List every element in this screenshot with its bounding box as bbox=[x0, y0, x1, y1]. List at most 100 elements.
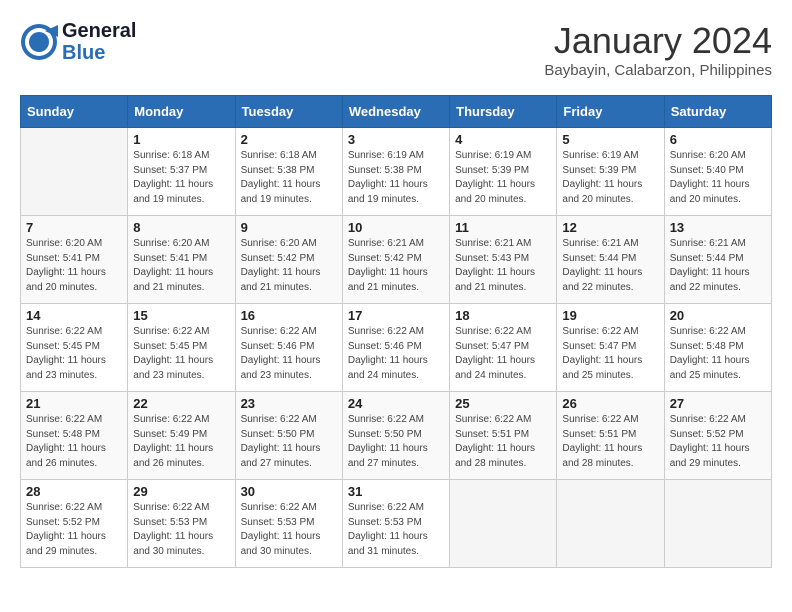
day-info: Sunrise: 6:20 AM Sunset: 5:42 PM Dayligh… bbox=[241, 237, 337, 295]
day-number: 14 bbox=[26, 308, 122, 323]
calendar-cell: 28 Sunrise: 6:22 AM Sunset: 5:52 PM Dayli… bbox=[21, 480, 128, 568]
day-info: Sunrise: 6:22 AM Sunset: 5:48 PM Dayligh… bbox=[26, 413, 122, 471]
day-info: Sunrise: 6:21 AM Sunset: 5:42 PM Dayligh… bbox=[348, 237, 444, 295]
day-number: 3 bbox=[348, 132, 444, 147]
day-info: Sunrise: 6:22 AM Sunset: 5:46 PM Dayligh… bbox=[348, 325, 444, 383]
day-header-tuesday: Tuesday bbox=[235, 96, 342, 128]
day-number: 2 bbox=[241, 132, 337, 147]
day-info: Sunrise: 6:22 AM Sunset: 5:52 PM Dayligh… bbox=[26, 501, 122, 559]
calendar-cell: 19 Sunrise: 6:22 AM Sunset: 5:47 PM Dayli… bbox=[557, 304, 664, 392]
day-info: Sunrise: 6:20 AM Sunset: 5:41 PM Dayligh… bbox=[133, 237, 229, 295]
day-header-thursday: Thursday bbox=[450, 96, 557, 128]
day-info: Sunrise: 6:22 AM Sunset: 5:51 PM Dayligh… bbox=[455, 413, 551, 471]
day-number: 19 bbox=[562, 308, 658, 323]
calendar-cell: 2Sunrise: 6:18 AM Sunset: 5:38 PM Daylig… bbox=[235, 128, 342, 216]
calendar-table: SundayMondayTuesdayWednesdayThursdayFrid… bbox=[20, 95, 772, 568]
day-number: 9 bbox=[241, 220, 337, 235]
calendar-week-row: 14 Sunrise: 6:22 AM Sunset: 5:45 PM Dayli… bbox=[21, 304, 772, 392]
day-header-friday: Friday bbox=[557, 96, 664, 128]
day-info: Sunrise: 6:22 AM Sunset: 5:52 PM Dayligh… bbox=[670, 413, 766, 471]
calendar-cell bbox=[21, 128, 128, 216]
calendar-cell: 16 Sunrise: 6:22 AM Sunset: 5:46 PM Dayli… bbox=[235, 304, 342, 392]
day-info: Sunrise: 6:22 AM Sunset: 5:53 PM Dayligh… bbox=[348, 501, 444, 559]
calendar-cell: 3 Sunrise: 6:19 AM Sunset: 5:38 PM Daylig… bbox=[342, 128, 449, 216]
calendar-cell: 17 Sunrise: 6:22 AM Sunset: 5:46 PM Dayli… bbox=[342, 304, 449, 392]
day-info: Sunrise: 6:22 AM Sunset: 5:45 PM Dayligh… bbox=[133, 325, 229, 383]
calendar-cell bbox=[450, 480, 557, 568]
logo-icon bbox=[20, 23, 58, 61]
calendar-week-row: 1Sunrise: 6:18 AM Sunset: 5:37 PM Daylig… bbox=[21, 128, 772, 216]
calendar-cell: 26 Sunrise: 6:22 AM Sunset: 5:51 PM Dayli… bbox=[557, 392, 664, 480]
calendar-cell: 30 Sunrise: 6:22 AM Sunset: 5:53 PM Dayli… bbox=[235, 480, 342, 568]
calendar-cell: 5Sunrise: 6:19 AM Sunset: 5:39 PM Daylig… bbox=[557, 128, 664, 216]
calendar-week-row: 28 Sunrise: 6:22 AM Sunset: 5:52 PM Dayli… bbox=[21, 480, 772, 568]
day-number: 16 bbox=[241, 308, 337, 323]
calendar-cell bbox=[557, 480, 664, 568]
day-info: Sunrise: 6:22 AM Sunset: 5:46 PM Dayligh… bbox=[241, 325, 337, 383]
day-number: 28 bbox=[26, 484, 122, 499]
day-number: 30 bbox=[241, 484, 337, 499]
calendar-cell: 21 Sunrise: 6:22 AM Sunset: 5:48 PM Dayli… bbox=[21, 392, 128, 480]
day-number: 27 bbox=[670, 396, 766, 411]
calendar-cell bbox=[664, 480, 771, 568]
calendar-cell: 25 Sunrise: 6:22 AM Sunset: 5:51 PM Dayli… bbox=[450, 392, 557, 480]
calendar-cell: 14Sunrise: 6:22 AM Sunset: 5:45 PM Dayli… bbox=[21, 304, 128, 392]
calendar-cell: 27 Sunrise: 6:22 AM Sunset: 5:52 PM Dayli… bbox=[664, 392, 771, 480]
calendar-cell: 22 Sunrise: 6:22 AM Sunset: 5:49 PM Dayli… bbox=[128, 392, 235, 480]
calendar-week-row: 21 Sunrise: 6:22 AM Sunset: 5:48 PM Dayli… bbox=[21, 392, 772, 480]
calendar-week-row: 7Sunrise: 6:20 AM Sunset: 5:41 PM Daylig… bbox=[21, 216, 772, 304]
calendar-cell: 10 Sunrise: 6:21 AM Sunset: 5:42 PM Dayli… bbox=[342, 216, 449, 304]
calendar-cell: 1Sunrise: 6:18 AM Sunset: 5:37 PM Daylig… bbox=[128, 128, 235, 216]
day-header-monday: Monday bbox=[128, 96, 235, 128]
day-number: 11 bbox=[455, 220, 551, 235]
day-info: Sunrise: 6:20 AM Sunset: 5:40 PM Dayligh… bbox=[670, 149, 766, 207]
day-number: 22 bbox=[133, 396, 229, 411]
day-info: Sunrise: 6:21 AM Sunset: 5:44 PM Dayligh… bbox=[562, 237, 658, 295]
day-info: Sunrise: 6:22 AM Sunset: 5:50 PM Dayligh… bbox=[348, 413, 444, 471]
day-number: 25 bbox=[455, 396, 551, 411]
day-number: 26 bbox=[562, 396, 658, 411]
calendar-cell: 4Sunrise: 6:19 AM Sunset: 5:39 PM Daylig… bbox=[450, 128, 557, 216]
day-number: 15 bbox=[133, 308, 229, 323]
calendar-cell: 9 Sunrise: 6:20 AM Sunset: 5:42 PM Daylig… bbox=[235, 216, 342, 304]
day-info: Sunrise: 6:22 AM Sunset: 5:51 PM Dayligh… bbox=[562, 413, 658, 471]
day-number: 31 bbox=[348, 484, 444, 499]
title-section: January 2024 Baybayin, Calabarzon, Phili… bbox=[544, 20, 772, 79]
day-number: 18 bbox=[455, 308, 551, 323]
day-number: 23 bbox=[241, 396, 337, 411]
calendar-cell: 12 Sunrise: 6:21 AM Sunset: 5:44 PM Dayli… bbox=[557, 216, 664, 304]
day-info: Sunrise: 6:21 AM Sunset: 5:44 PM Dayligh… bbox=[670, 237, 766, 295]
day-info: Sunrise: 6:22 AM Sunset: 5:49 PM Dayligh… bbox=[133, 413, 229, 471]
day-number: 12 bbox=[562, 220, 658, 235]
day-info: Sunrise: 6:19 AM Sunset: 5:39 PM Dayligh… bbox=[455, 149, 551, 207]
day-info: Sunrise: 6:22 AM Sunset: 5:53 PM Dayligh… bbox=[241, 501, 337, 559]
logo: General Blue bbox=[20, 20, 136, 64]
day-number: 6 bbox=[670, 132, 766, 147]
day-number: 13 bbox=[670, 220, 766, 235]
calendar-cell: 23 Sunrise: 6:22 AM Sunset: 5:50 PM Dayli… bbox=[235, 392, 342, 480]
day-number: 8 bbox=[133, 220, 229, 235]
day-header-saturday: Saturday bbox=[664, 96, 771, 128]
day-info: Sunrise: 6:19 AM Sunset: 5:38 PM Dayligh… bbox=[348, 149, 444, 207]
day-info: Sunrise: 6:22 AM Sunset: 5:50 PM Dayligh… bbox=[241, 413, 337, 471]
day-info: Sunrise: 6:22 AM Sunset: 5:48 PM Dayligh… bbox=[670, 325, 766, 383]
calendar-header-row: SundayMondayTuesdayWednesdayThursdayFrid… bbox=[21, 96, 772, 128]
day-number: 21 bbox=[26, 396, 122, 411]
day-info: Sunrise: 6:20 AM Sunset: 5:41 PM Dayligh… bbox=[26, 237, 122, 295]
day-info: Sunrise: 6:21 AM Sunset: 5:43 PM Dayligh… bbox=[455, 237, 551, 295]
calendar-cell: 6 Sunrise: 6:20 AM Sunset: 5:40 PM Daylig… bbox=[664, 128, 771, 216]
day-number: 17 bbox=[348, 308, 444, 323]
calendar-cell: 18 Sunrise: 6:22 AM Sunset: 5:47 PM Dayli… bbox=[450, 304, 557, 392]
day-info: Sunrise: 6:22 AM Sunset: 5:47 PM Dayligh… bbox=[455, 325, 551, 383]
day-number: 24 bbox=[348, 396, 444, 411]
day-number: 10 bbox=[348, 220, 444, 235]
day-header-sunday: Sunday bbox=[21, 96, 128, 128]
day-number: 1 bbox=[133, 132, 229, 147]
calendar-cell: 15 Sunrise: 6:22 AM Sunset: 5:45 PM Dayli… bbox=[128, 304, 235, 392]
day-info: Sunrise: 6:19 AM Sunset: 5:39 PM Dayligh… bbox=[562, 149, 658, 207]
logo-blue: Blue bbox=[62, 42, 105, 64]
page-header: General Blue January 2024 Baybayin, Cala… bbox=[20, 20, 772, 79]
day-info: Sunrise: 6:22 AM Sunset: 5:47 PM Dayligh… bbox=[562, 325, 658, 383]
logo-general: General bbox=[62, 20, 136, 42]
calendar-cell: 20Sunrise: 6:22 AM Sunset: 5:48 PM Dayli… bbox=[664, 304, 771, 392]
